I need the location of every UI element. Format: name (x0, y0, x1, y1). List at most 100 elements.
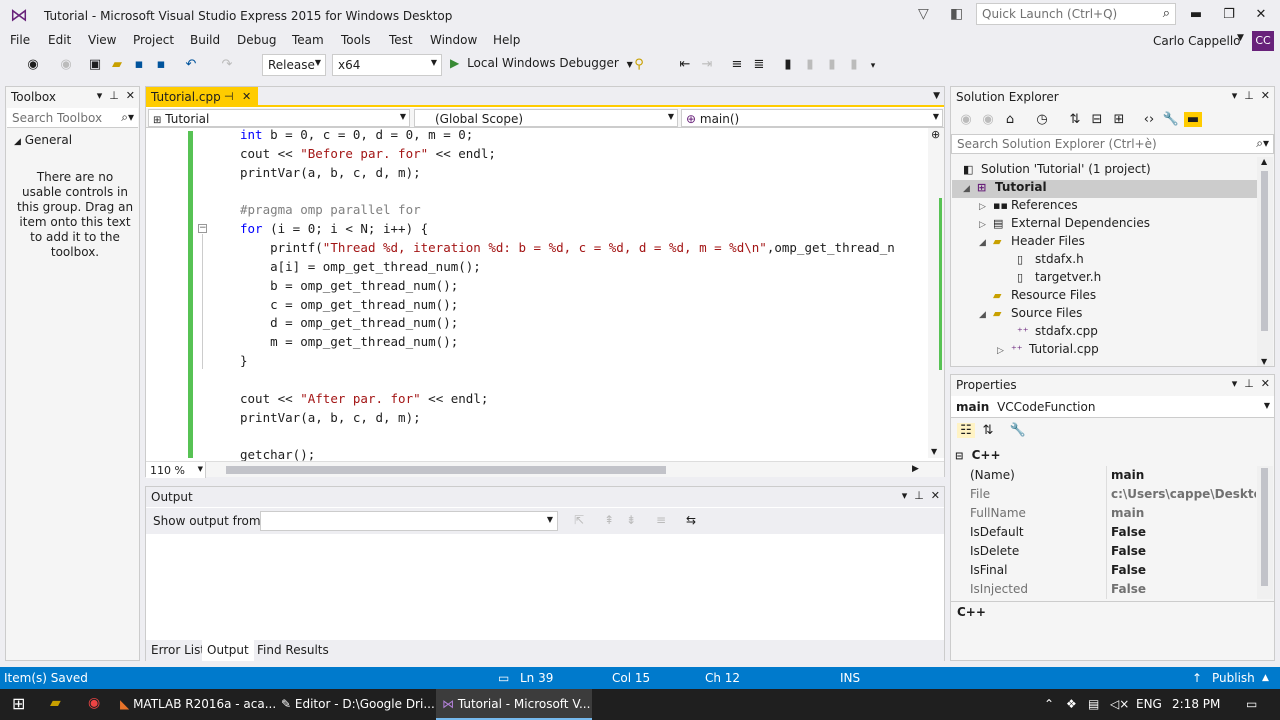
menu-project[interactable]: Project (133, 33, 174, 47)
scroll-right-icon[interactable]: ▶ (912, 464, 919, 474)
collapse-region-icon[interactable]: − (198, 224, 207, 233)
scope-dropdown[interactable]: (Global Scope) ▼ (414, 109, 678, 127)
quick-launch-input[interactable]: Quick Launch (Ctrl+Q) ⌕ (976, 3, 1176, 25)
tab-overflow-icon[interactable]: ▼ (933, 91, 940, 101)
tree-item-resource-files[interactable]: ▰ Resource Files (993, 288, 1096, 302)
expand-icon[interactable]: ▷ (979, 202, 993, 212)
clock[interactable]: 2:18 PM (1166, 689, 1226, 720)
property-row[interactable]: FullName main (951, 504, 1257, 523)
zoom-dropdown[interactable]: 110 % ▼ (146, 462, 206, 478)
uncomment-icon[interactable]: ≣ (750, 57, 768, 72)
scroll-thumb[interactable] (1261, 468, 1268, 586)
navigate-back-icon[interactable]: ◉ (24, 57, 42, 72)
project-scope-dropdown[interactable]: ⊞ Tutorial ▼ (148, 109, 410, 127)
pin-icon[interactable]: ⊣ (224, 90, 234, 103)
collapse-all-icon[interactable]: ⊟ (1088, 112, 1106, 127)
save-icon[interactable]: ▪ (130, 57, 148, 72)
tab-output[interactable]: Output (202, 640, 254, 661)
tab-tutorial-cpp[interactable]: Tutorial.cpp ⊣ ✕ (146, 87, 258, 107)
word-wrap-icon[interactable]: ⇆ (686, 513, 696, 527)
save-all-icon[interactable]: ▪ (152, 57, 170, 72)
menu-file[interactable]: File (10, 33, 30, 47)
toolbar-overflow-icon[interactable]: ▾ (864, 61, 882, 71)
solution-explorer-scrollbar[interactable]: ▲ ▼ (1257, 157, 1273, 366)
tree-item-header-files[interactable]: ◢ ▰ Header Files (979, 234, 1085, 248)
user-name[interactable]: Carlo Cappello (1153, 34, 1241, 48)
scroll-up-icon[interactable]: ▲ (1261, 157, 1267, 166)
toolbox-group-general[interactable]: ◢ General (14, 133, 72, 147)
prev-bookmark-icon[interactable]: ▮ (801, 57, 819, 72)
close-button[interactable]: ✕ (1246, 4, 1276, 26)
undo-icon[interactable]: ↶ (182, 57, 200, 72)
scroll-down-icon[interactable]: ▼ (1261, 357, 1267, 366)
properties-icon[interactable]: 🔧 (1162, 112, 1180, 127)
open-file-icon[interactable]: ▰ (108, 57, 126, 72)
clear-all-icon[interactable]: ≡ (656, 513, 666, 527)
menu-view[interactable]: View (88, 33, 116, 47)
tree-item-stdafx-h[interactable]: ▯ stdafx.h (1017, 252, 1084, 266)
tree-item-tutorial-cpp[interactable]: ▷ ⁺⁺ Tutorial.cpp (997, 342, 1099, 356)
property-row[interactable]: File c:\Users\cappe\Desktop\\ (951, 485, 1257, 504)
editor-vertical-scrollbar[interactable]: ⊕ ▼ (928, 128, 944, 458)
property-row[interactable]: IsDelete False (951, 542, 1257, 561)
object-selector[interactable]: main VCCodeFunction ▼ (951, 396, 1274, 418)
tree-item-solution[interactable]: ◧ Solution 'Tutorial' (1 project) (963, 162, 1151, 176)
preview-icon[interactable]: ▬ (1184, 112, 1202, 127)
configuration-dropdown[interactable]: Release ▼ (262, 54, 326, 76)
task-matlab[interactable]: ◣ MATLAB R2016a - aca... (114, 689, 276, 720)
notifications-icon[interactable]: ▭ (1240, 689, 1263, 720)
solution-search-input[interactable]: Search Solution Explorer (Ctrl+è) ⌕▾ (951, 134, 1274, 154)
start-debugger-button[interactable]: ▶ Local Windows Debugger ▼ (450, 56, 633, 70)
menu-team[interactable]: Team (292, 33, 324, 47)
tree-item-source-files[interactable]: ◢ ▰ Source Files (979, 306, 1082, 320)
output-source-dropdown[interactable]: ▼ (260, 511, 558, 531)
code-text[interactable]: int b = 0, c = 0, d = 0, m = 0; cout << "… (240, 126, 895, 465)
task-editor[interactable]: ✎ Editor - D:\Google Dri... (275, 689, 435, 720)
maximize-button[interactable]: ❐ (1214, 4, 1244, 26)
file-explorer-icon[interactable]: ▰ (44, 689, 67, 720)
panel-controls[interactable]: ▾ ⊥ ✕ (1232, 377, 1270, 390)
member-dropdown[interactable]: ⊕ main() ▼ (681, 109, 943, 127)
editor-horizontal-scrollbar[interactable]: 110 % ▼ ▶ (146, 461, 944, 478)
find-icon[interactable]: ⚲ (630, 57, 648, 72)
start-icon[interactable]: ⊞ (4, 689, 33, 720)
expand-icon[interactable]: ◢ (963, 184, 977, 194)
refresh-icon[interactable]: ⇅ (1066, 112, 1084, 127)
property-row[interactable]: IsInjected False (951, 580, 1257, 599)
notifications-filter-icon[interactable]: ▽ (918, 6, 929, 22)
properties-scrollbar[interactable] (1257, 466, 1273, 599)
user-caret-icon[interactable]: ▼ (1237, 33, 1244, 43)
publish-button[interactable]: Publish (1212, 671, 1255, 685)
publish-icon[interactable]: ↑ (1192, 671, 1202, 685)
close-icon[interactable]: ✕ (242, 90, 251, 103)
task-visual-studio[interactable]: ⋈ Tutorial - Microsoft V... (436, 689, 592, 720)
feedback-icon[interactable]: ◧ (950, 6, 963, 22)
home-icon[interactable]: ⌂ (1001, 112, 1019, 127)
network-icon[interactable]: ▤ (1082, 689, 1105, 720)
input-language[interactable]: ENG (1130, 689, 1168, 720)
comment-icon[interactable]: ≡ (728, 57, 746, 72)
platform-dropdown[interactable]: x64 ▼ (332, 54, 442, 76)
menu-window[interactable]: Window (430, 33, 477, 47)
tray-expand-icon[interactable]: ⌃ (1038, 689, 1060, 720)
scroll-thumb[interactable] (1261, 171, 1268, 331)
navigate-forward-icon[interactable]: ◉ (57, 57, 75, 72)
scroll-thumb[interactable] (226, 466, 666, 474)
avatar[interactable]: CC (1252, 31, 1274, 51)
tab-find-results[interactable]: Find Results (252, 640, 334, 661)
minimize-button[interactable]: ▬ (1181, 4, 1211, 26)
tree-item-references[interactable]: ▷ ▪▪ References (979, 198, 1078, 212)
new-project-icon[interactable]: ▣ (86, 57, 104, 72)
expand-icon[interactable]: ▷ (997, 346, 1011, 356)
menu-build[interactable]: Build (190, 33, 220, 47)
expand-icon[interactable]: ◢ (979, 310, 993, 320)
step-icon[interactable]: ⇤ (676, 57, 694, 72)
find-message-icon[interactable]: ⇱ (574, 513, 584, 527)
step-out-icon[interactable]: ⇥ (698, 57, 716, 72)
panel-controls[interactable]: ▾ ⊥ ✕ (902, 489, 940, 502)
next-message-icon[interactable]: ⇟ (626, 513, 636, 527)
back-icon[interactable]: ◉ (957, 112, 975, 127)
categorized-icon[interactable]: ☷ (957, 423, 975, 438)
menu-test[interactable]: Test (389, 33, 413, 47)
property-pages-icon[interactable]: 🔧 (1009, 423, 1027, 438)
